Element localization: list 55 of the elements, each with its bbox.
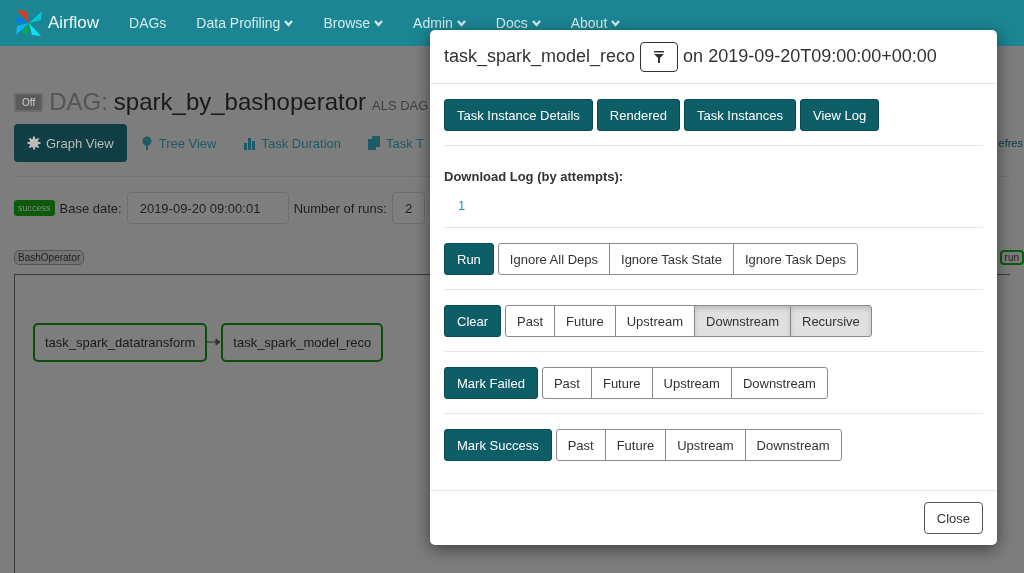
brand-name[interactable]: Airflow	[48, 13, 99, 33]
option-toggle[interactable]: Past	[541, 367, 592, 400]
option-toggle[interactable]: Future	[554, 305, 616, 338]
option-toggle[interactable]: Upstream	[651, 367, 732, 400]
nav-menu-item[interactable]: About	[570, 15, 621, 31]
option-toggle[interactable]: Downstream	[694, 305, 791, 338]
nav-menu-item[interactable]: Admin	[413, 15, 466, 31]
option-toggle[interactable]: Future	[604, 429, 667, 462]
dialog-date: on 2019-09-20T09:00:00+00:00	[683, 46, 937, 68]
option-toggle[interactable]: Downstream	[730, 367, 828, 400]
link-button[interactable]: Task Instance Details	[444, 99, 593, 132]
option-toggle[interactable]: Future	[590, 367, 653, 400]
option-toggle[interactable]: Recursive	[790, 305, 872, 338]
edge-arrow	[207, 337, 222, 347]
state-tag: run	[999, 249, 1024, 265]
operator-tag: BashOperator	[14, 249, 85, 265]
pinwheel-logo-icon	[14, 8, 44, 38]
option-toggle[interactable]: Ignore Task Deps	[732, 243, 858, 276]
option-toggle[interactable]: Upstream	[665, 429, 746, 462]
dag-title: spark_by_bashoperator	[113, 88, 366, 116]
option-toggle[interactable]: Ignore All Deps	[497, 243, 611, 276]
option-toggle[interactable]: Downstream	[744, 429, 842, 462]
link-button[interactable]: Task Instances	[683, 99, 796, 132]
filter-button[interactable]	[640, 41, 679, 72]
base-date-label: Base date:	[59, 200, 122, 216]
action-button[interactable]: Clear	[444, 305, 502, 338]
dag-description: ALS DAG	[372, 98, 429, 113]
link-button[interactable]: Rendered	[596, 99, 680, 132]
download-log-label: Download Log (by attempts):	[444, 169, 624, 185]
link-button[interactable]: View Log	[799, 99, 880, 132]
option-toggle[interactable]: Ignore Task State	[609, 243, 734, 276]
dialog-title: task_spark_model_reco	[444, 46, 636, 68]
bar-chart-icon	[242, 136, 257, 150]
action-button[interactable]: Mark Success	[444, 429, 552, 462]
nav-menu-item[interactable]: DAGs	[129, 15, 167, 31]
filter-icon	[654, 50, 665, 63]
view-tab[interactable]: Graph View	[14, 124, 127, 162]
action-button[interactable]: Run	[444, 243, 494, 276]
option-toggle[interactable]: Past	[505, 305, 556, 338]
task-node[interactable]: task_spark_datatransform	[33, 323, 208, 362]
nav-menu-item[interactable]: Docs	[495, 15, 541, 31]
base-date-field[interactable]: 2019-09-20 09:00:01	[126, 192, 289, 224]
files-icon	[367, 136, 381, 150]
nav-menu-item[interactable]: Data Profiling	[196, 15, 294, 31]
option-toggle[interactable]: Past	[555, 429, 606, 462]
option-toggle[interactable]: Upstream	[614, 305, 696, 338]
close-button[interactable]: Close	[923, 502, 983, 535]
gear-icon	[27, 136, 41, 150]
runs-field[interactable]: 2	[391, 192, 426, 224]
pause-toggle[interactable]: Off	[14, 92, 44, 112]
action-button[interactable]: Mark Failed	[444, 367, 538, 400]
nav-menu-item[interactable]: Browse	[323, 15, 384, 31]
runs-label: Number of runs:	[293, 200, 387, 216]
state-badge: success	[14, 200, 55, 216]
task-node[interactable]: task_spark_model_reco	[221, 323, 384, 362]
